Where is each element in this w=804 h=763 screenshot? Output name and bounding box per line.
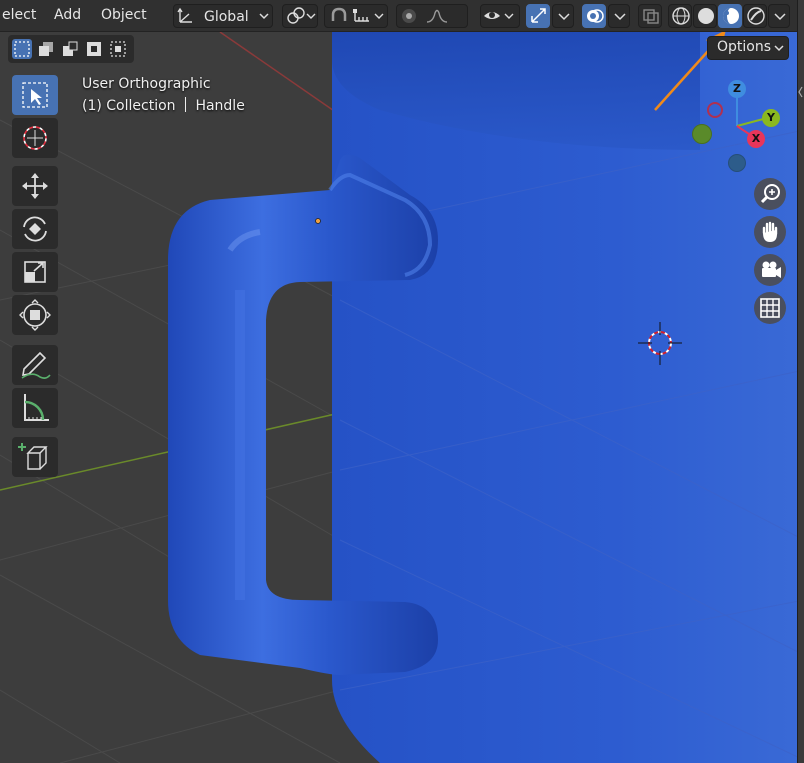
pivot-point-icon (287, 7, 316, 24)
measure-ruler-icon (24, 394, 49, 421)
snap-magnet-icon (331, 7, 384, 22)
rotate-icon (23, 216, 47, 242)
gizmo-x-axis[interactable]: X (747, 130, 765, 148)
chevron-down-icon (614, 13, 626, 21)
cursor-tool[interactable] (12, 118, 58, 158)
gizmo-neg-y-axis[interactable] (692, 124, 712, 144)
sidebar-toggle-edge[interactable] (797, 0, 804, 763)
gizmo-toggle[interactable] (526, 4, 550, 28)
select-new-button[interactable] (12, 39, 32, 59)
select-menu[interactable]: elect (2, 6, 36, 24)
scale-tool[interactable] (12, 252, 58, 292)
select-extend-icon (39, 42, 53, 56)
xray-toggle[interactable] (638, 4, 662, 28)
object-menu[interactable]: Object (101, 6, 147, 24)
select-intersect-icon (110, 41, 126, 57)
xray-icon (643, 9, 659, 24)
pan-button[interactable] (754, 216, 786, 248)
material-preview-shading-button[interactable] (718, 4, 742, 28)
cursor-icon (23, 126, 47, 150)
viewport-header: elect Add Object Global (0, 0, 804, 32)
hand-pan-icon (762, 221, 778, 242)
visibility-dropdown[interactable] (480, 4, 520, 28)
gizmo-neg-z-axis[interactable] (728, 154, 746, 172)
chevron-down-icon (774, 13, 786, 21)
separator (184, 97, 186, 112)
select-subtract-button[interactable] (60, 39, 80, 59)
orientation-icon (177, 7, 192, 23)
add-menu[interactable]: Add (54, 6, 81, 24)
perspective-toggle-button[interactable] (754, 292, 786, 324)
options-dropdown[interactable]: Options (707, 36, 789, 60)
orientation-label: Global (204, 9, 249, 25)
selection-mode-bar (8, 35, 134, 63)
select-invert-icon (87, 42, 101, 56)
solid-shading-button[interactable] (693, 4, 717, 28)
camera-view-button[interactable] (754, 254, 786, 286)
annotate-pencil-icon (21, 351, 51, 379)
collection-name: (1) Collection (82, 98, 176, 114)
rotate-tool[interactable] (12, 209, 58, 249)
rendered-shading-icon (747, 7, 765, 25)
add-cube-icon (18, 443, 48, 470)
transform-tool[interactable] (12, 295, 58, 335)
chevron-left-icon (798, 86, 803, 98)
camera-icon (762, 261, 781, 278)
grid-ortho-icon (760, 298, 780, 318)
overlays-icon (587, 9, 604, 23)
select-new-icon (14, 41, 30, 57)
gizmo-z-axis[interactable]: Z (728, 80, 746, 98)
wireframe-shading-icon (672, 7, 690, 25)
select-box-tool[interactable] (12, 75, 58, 115)
material-preview-icon (723, 8, 739, 24)
proportional-editing-controls[interactable] (396, 4, 468, 28)
select-intersect-button[interactable] (108, 39, 128, 59)
overlays-dropdown[interactable] (608, 4, 630, 28)
select-box-icon (22, 82, 48, 108)
gizmo-neg-x-axis[interactable] (707, 102, 723, 118)
options-label: Options (717, 39, 772, 55)
eye-icon (484, 12, 514, 19)
pivot-point-dropdown[interactable] (282, 4, 318, 28)
view-name: User Orthographic (82, 76, 211, 92)
zoom-magnifier-icon (760, 184, 780, 204)
gizmo-icon (531, 8, 546, 23)
chevron-down-icon (558, 13, 570, 21)
overlays-toggle[interactable] (582, 4, 606, 28)
measure-tool[interactable] (12, 388, 58, 428)
shading-dropdown[interactable] (768, 4, 790, 28)
annotate-tool[interactable] (12, 345, 58, 385)
blender-window: elect Add Object Global Options User Ort… (0, 0, 804, 763)
move-tool[interactable] (12, 166, 58, 206)
chevron-down-icon (259, 13, 269, 20)
gizmo-y-axis[interactable]: Y (762, 109, 780, 127)
collection-label: (1) Collection Handle (82, 97, 245, 115)
active-object-name: Handle (195, 98, 245, 114)
solid-shading-icon (698, 8, 714, 24)
zoom-button[interactable] (754, 178, 786, 210)
rendered-shading-button[interactable] (743, 4, 767, 28)
chevron-down-icon (774, 45, 784, 52)
gizmo-dropdown[interactable] (552, 4, 574, 28)
transform-icon (19, 299, 51, 331)
snap-controls[interactable] (324, 4, 388, 28)
move-icon (22, 173, 48, 199)
select-subtract-icon (63, 41, 78, 56)
add-cube-tool[interactable] (12, 437, 58, 477)
select-invert-button[interactable] (84, 39, 104, 59)
transform-orientation-dropdown[interactable]: Global (173, 4, 273, 28)
proportional-editing-icon (402, 9, 448, 23)
wireframe-shading-button[interactable] (668, 4, 692, 28)
scale-icon (24, 261, 46, 283)
object-origin (315, 218, 321, 224)
select-extend-button[interactable] (36, 39, 56, 59)
